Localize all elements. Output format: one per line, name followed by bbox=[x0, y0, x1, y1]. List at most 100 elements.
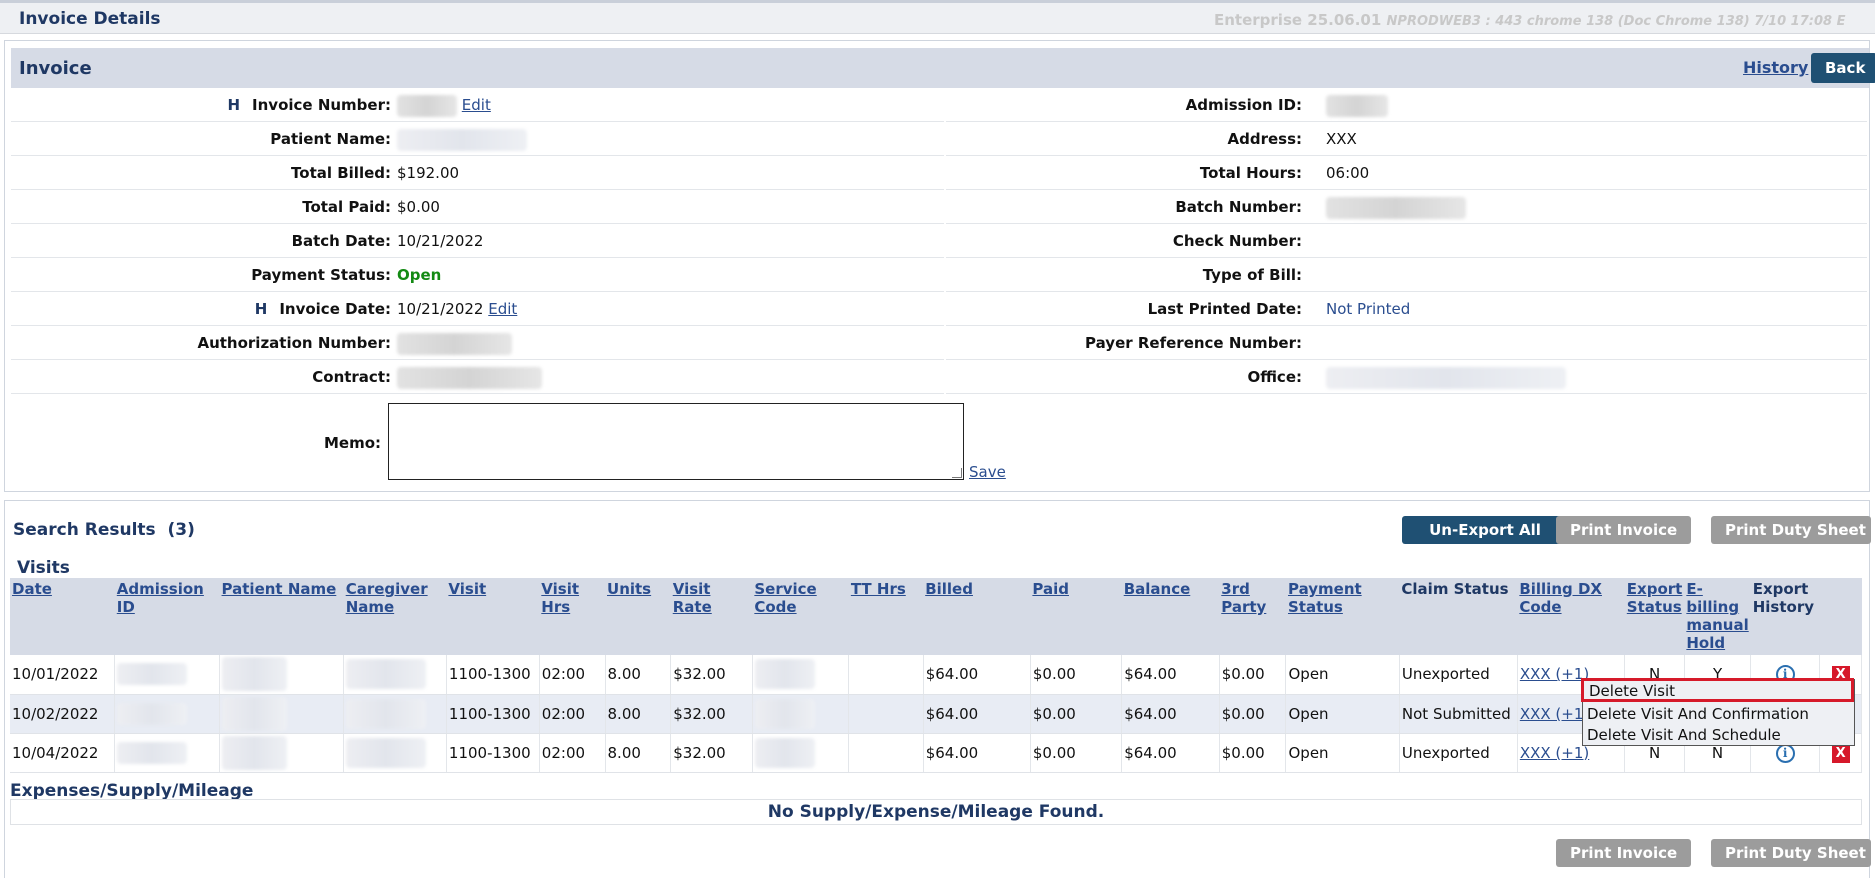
field-label: H Invoice Date: bbox=[254, 300, 391, 318]
cell-patient-name[interactable] bbox=[219, 655, 345, 695]
search-results-title: Search Results (3) bbox=[13, 520, 195, 540]
delete-icon[interactable]: X bbox=[1831, 744, 1850, 763]
cell-claim-status: Unexported bbox=[1399, 655, 1518, 695]
field-label: Last Printed Date: bbox=[1147, 300, 1302, 318]
field-value bbox=[397, 360, 542, 394]
field-label: Type of Bill: bbox=[1202, 266, 1302, 284]
field-label: Payment Status: bbox=[251, 266, 391, 284]
field-label: Batch Number: bbox=[1175, 198, 1302, 216]
field-label: Payer Reference Number: bbox=[1085, 334, 1302, 352]
header-payment-status[interactable]: Payment Status bbox=[1285, 578, 1400, 655]
field-office: Office: bbox=[946, 360, 1867, 394]
field-label: Office: bbox=[1247, 368, 1302, 386]
cell-visit-hrs: 02:00 bbox=[539, 655, 606, 695]
cell-visit-hrs: 02:00 bbox=[539, 694, 606, 734]
header-admission-id[interactable]: Admission ID bbox=[114, 578, 220, 655]
cell-units: 8.00 bbox=[605, 655, 672, 695]
cell-caregiver-name bbox=[343, 655, 447, 695]
header-claim-status: Claim Status bbox=[1399, 578, 1518, 655]
header-balance[interactable]: Balance bbox=[1121, 578, 1220, 655]
header-service-code[interactable]: Service Code bbox=[752, 578, 849, 655]
header-visit-rate[interactable]: Visit Rate bbox=[670, 578, 753, 655]
field-label: Total Billed: bbox=[291, 164, 391, 182]
header-ebilling-hold[interactable]: E-billing manual Hold bbox=[1684, 578, 1751, 655]
field-value: 06:00 bbox=[1326, 164, 1370, 182]
cell-visit: 1100-1300 bbox=[446, 655, 540, 695]
cell-claim-status: Unexported bbox=[1399, 733, 1518, 773]
field-value: $0.00 bbox=[397, 198, 440, 216]
cell-patient-name[interactable] bbox=[219, 733, 345, 773]
cell-billed: $64.00 bbox=[923, 655, 1031, 695]
billing-dx-link[interactable]: XXX (+1) bbox=[1520, 705, 1589, 723]
print-duty-sheet-button-top[interactable]: Print Duty Sheet bbox=[1711, 516, 1871, 544]
field-value bbox=[1326, 360, 1566, 394]
edit-invoice-number-link[interactable]: Edit bbox=[462, 96, 491, 114]
cell-third-party: $0.00 bbox=[1219, 655, 1287, 695]
field-invoice-number: H Invoice Number: Edit bbox=[11, 88, 944, 122]
header-3rd-party[interactable]: 3rd Party bbox=[1219, 578, 1286, 655]
field-value bbox=[397, 326, 512, 360]
field-label: H Invoice Number: bbox=[227, 96, 391, 114]
header-units[interactable]: Units bbox=[605, 578, 671, 655]
field-check-number: Check Number: bbox=[946, 224, 1867, 258]
cell-service-code bbox=[752, 733, 850, 773]
visits-title: Visits bbox=[17, 558, 70, 578]
redacted-value bbox=[397, 128, 527, 151]
billing-dx-link[interactable]: XXX (+1) bbox=[1520, 665, 1589, 683]
field-label: Check Number: bbox=[1172, 232, 1302, 250]
h-marker: H bbox=[254, 300, 268, 318]
cell-units: 8.00 bbox=[605, 733, 672, 773]
cell-tt-hrs bbox=[848, 655, 924, 695]
field-value bbox=[1326, 190, 1466, 224]
header-caregiver-name[interactable]: Caregiver Name bbox=[343, 578, 447, 655]
info-icon[interactable]: i bbox=[1775, 743, 1795, 763]
header-patient-name[interactable]: Patient Name bbox=[219, 578, 344, 655]
cell-paid: $0.00 bbox=[1030, 733, 1123, 773]
cell-service-code bbox=[752, 655, 850, 695]
redacted-value bbox=[222, 735, 288, 770]
field-address: Address: XXX bbox=[946, 122, 1867, 156]
back-button[interactable]: Back bbox=[1811, 53, 1875, 83]
cell-admission-id[interactable] bbox=[114, 694, 221, 734]
header-paid[interactable]: Paid bbox=[1030, 578, 1122, 655]
header-tt-hrs[interactable]: TT Hrs bbox=[848, 578, 924, 655]
field-batch-number: Batch Number: bbox=[946, 190, 1867, 224]
header-billing-dx-code[interactable]: Billing DX Code bbox=[1517, 578, 1625, 655]
print-invoice-button-bottom[interactable]: Print Invoice bbox=[1556, 839, 1691, 867]
cell-billed: $64.00 bbox=[923, 733, 1031, 773]
edit-invoice-date-link[interactable]: Edit bbox=[488, 300, 517, 318]
redacted-value bbox=[397, 94, 457, 117]
header-visit-hrs[interactable]: Visit Hrs bbox=[539, 578, 606, 655]
top-bar: Invoice Details Enterprise 25.06.01 NPRO… bbox=[0, 0, 1875, 34]
memo-textarea[interactable] bbox=[388, 403, 964, 480]
table-header-row: Date Admission ID Patient Name Caregiver… bbox=[10, 578, 1862, 655]
field-value: 10/21/2022 bbox=[397, 232, 484, 250]
redacted-value bbox=[117, 702, 188, 725]
cell-visit: 1100-1300 bbox=[446, 733, 540, 773]
cell-admission-id[interactable] bbox=[114, 655, 221, 695]
redacted-value bbox=[346, 737, 427, 768]
menu-item-delete-visit-and-confirmation[interactable]: Delete Visit And Confirmation bbox=[1587, 704, 1809, 724]
menu-item-delete-visit-and-schedule[interactable]: Delete Visit And Schedule bbox=[1587, 725, 1781, 745]
cell-patient-name[interactable] bbox=[219, 694, 345, 734]
field-label: Address: bbox=[1227, 130, 1302, 148]
header-date[interactable]: Date bbox=[10, 578, 115, 655]
history-link[interactable]: History bbox=[1743, 58, 1808, 77]
billing-dx-link[interactable]: XXX (+1) bbox=[1520, 744, 1589, 762]
print-duty-sheet-button-bottom[interactable]: Print Duty Sheet bbox=[1711, 839, 1871, 867]
redacted-value bbox=[222, 696, 288, 731]
field-admission-id: Admission ID: bbox=[946, 88, 1867, 122]
header-billed[interactable]: Billed bbox=[923, 578, 1031, 655]
field-value: XXX bbox=[1326, 130, 1357, 148]
redacted-value bbox=[346, 698, 427, 729]
cell-admission-id[interactable] bbox=[114, 733, 221, 773]
header-export-status[interactable]: Export Status bbox=[1624, 578, 1685, 655]
field-type-of-bill: Type of Bill: bbox=[946, 258, 1867, 292]
cell-billed: $64.00 bbox=[923, 694, 1031, 734]
field-value bbox=[397, 122, 527, 156]
header-visit[interactable]: Visit bbox=[446, 578, 540, 655]
unexport-all-button[interactable]: Un-Export All bbox=[1402, 516, 1568, 544]
menu-item-delete-visit[interactable]: Delete Visit bbox=[1581, 678, 1854, 702]
memo-save-link[interactable]: Save bbox=[969, 463, 1006, 481]
print-invoice-button-top[interactable]: Print Invoice bbox=[1556, 516, 1691, 544]
